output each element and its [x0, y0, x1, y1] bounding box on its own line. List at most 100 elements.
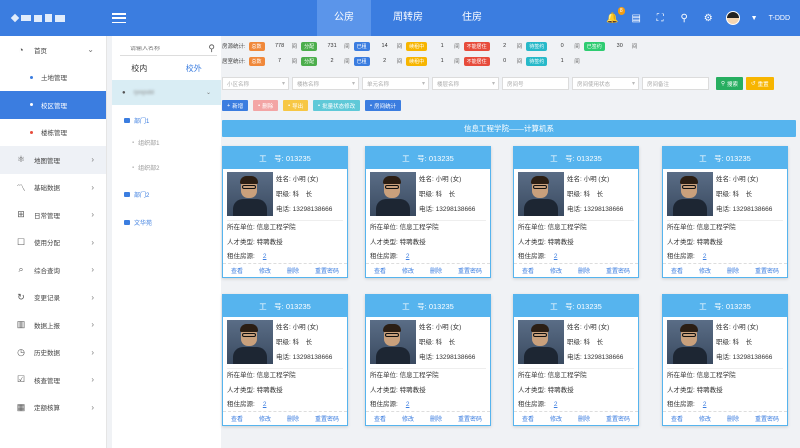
sidebar-item-audit[interactable]: ☑ 核查管理 › — [0, 366, 106, 394]
tab-turnover-housing[interactable]: 周转房 — [381, 0, 435, 36]
edit-link[interactable]: 修改 — [402, 266, 414, 275]
filter-room-number[interactable]: 房间号 — [502, 77, 569, 90]
delete-link[interactable]: 删除 — [578, 414, 590, 423]
filter-room-note[interactable]: 房间备注 — [642, 77, 709, 90]
sidebar-item-basic-data[interactable]: 〽基础数据 › — [0, 174, 106, 202]
tree-node[interactable]: ▪ 组织部2 — [132, 163, 159, 173]
fullscreen-icon[interactable]: ⛶ — [654, 12, 667, 25]
card-unit: 所在单位: 信息工程学院 — [518, 372, 587, 379]
card-rooms-link[interactable]: 2 — [554, 253, 558, 260]
reset-password-link[interactable]: 重置密码 — [458, 266, 482, 275]
tab-off-campus[interactable]: 校外 — [186, 63, 202, 74]
sidebar-item-daily[interactable]: ⊞ 日常管理 › — [0, 201, 106, 229]
add-button[interactable]: + 新增 — [222, 100, 249, 111]
reset-button[interactable]: ↺ 重置 — [746, 77, 774, 90]
delete-link[interactable]: 删除 — [430, 414, 442, 423]
view-link[interactable]: 查看 — [231, 266, 243, 275]
edit-link[interactable]: 修改 — [402, 414, 414, 423]
tree-root[interactable]: ● rjxxjsdd ⌄ — [112, 80, 221, 105]
view-link[interactable]: 查看 — [231, 414, 243, 423]
card-rooms-link[interactable]: 2 — [703, 253, 707, 260]
reset-password-link[interactable]: 重置密码 — [606, 414, 630, 423]
sidebar-item-land[interactable]: 土地管理 — [0, 64, 106, 92]
view-link[interactable]: 查看 — [522, 266, 534, 275]
view-link[interactable]: 查看 — [671, 414, 683, 423]
filter-unit[interactable]: 单元名称 — [362, 77, 429, 90]
reset-password-link[interactable]: 重置密码 — [755, 266, 779, 275]
menu-toggle-icon[interactable] — [112, 13, 126, 23]
edit-link[interactable]: 修改 — [259, 266, 271, 275]
stat-unit: 间 — [396, 59, 403, 65]
sidebar-item-label: 综合查询 — [34, 267, 60, 275]
delete-link[interactable]: 删除 — [287, 414, 299, 423]
sidebar-item-query[interactable]: ⌕ 综合查询 › — [0, 256, 106, 284]
tab-public-housing[interactable]: 公房 — [317, 0, 371, 36]
tree-node[interactable]: 部门2 — [124, 190, 149, 199]
reset-icon: ↺ — [751, 80, 756, 87]
tree-node[interactable]: 文华苑 — [124, 218, 152, 227]
card-rooms-link[interactable]: 2 — [263, 401, 267, 408]
bell-icon[interactable]: 🔔 8 — [606, 6, 625, 25]
search-icon[interactable]: ⚲ — [208, 43, 215, 54]
view-link[interactable]: 查看 — [671, 266, 683, 275]
stat-tag: 续租中 — [406, 41, 428, 51]
card-talent-type: 人才类型: 特聘教授 — [667, 386, 723, 394]
reset-password-link[interactable]: 重置密码 — [315, 266, 339, 275]
sidebar-item-building[interactable]: 楼栋管理 — [0, 119, 106, 147]
sidebar-item-report[interactable]: ▥ 数据上报 › — [0, 311, 106, 339]
card-rooms-link[interactable]: 2 — [406, 401, 410, 408]
edit-link[interactable]: 修改 — [699, 414, 711, 423]
tab-on-campus[interactable]: 校内 — [131, 63, 147, 74]
view-link[interactable]: 查看 — [522, 414, 534, 423]
delete-button[interactable]: ▪ 删除 — [253, 100, 279, 111]
edit-link[interactable]: 修改 — [550, 266, 562, 275]
sidebar-item-map[interactable]: ⚛ 地图管理 › — [0, 146, 106, 174]
reset-password-link[interactable]: 重置密码 — [606, 266, 630, 275]
tree-node[interactable]: ▪ 组织部1 — [132, 138, 159, 148]
reset-password-link[interactable]: 重置密码 — [315, 414, 339, 423]
card-rooms-link[interactable]: 2 — [406, 253, 410, 260]
avatar[interactable] — [725, 11, 740, 25]
sidebar-item-allocation[interactable]: ☐ 使用分配 › — [0, 229, 106, 257]
filter-room-status[interactable]: 房间使用状态 — [572, 77, 639, 90]
delete-link[interactable]: 删除 — [727, 414, 739, 423]
filter-floor[interactable]: 楼层名称 — [432, 77, 499, 90]
batch-status-button[interactable]: ▪ 批量状态修改 — [313, 100, 361, 111]
tab-residence[interactable]: 住房 — [445, 0, 499, 36]
folder-icon — [124, 118, 130, 123]
tree-node[interactable]: 部门1 — [124, 116, 149, 125]
delete-link[interactable]: 删除 — [727, 266, 739, 275]
search-icon[interactable]: ⚲ — [678, 12, 691, 25]
edit-link[interactable]: 修改 — [259, 414, 271, 423]
sidebar-item-quota[interactable]: ▦ 定额核算 › — [0, 394, 106, 422]
export-button[interactable]: ▪ 导出 — [283, 100, 309, 111]
card-actions: 查看 修改 删除 重置密码 — [663, 263, 787, 277]
edit-link[interactable]: 修改 — [699, 266, 711, 275]
sidebar-item-changes[interactable]: ↻ 变更记录 › — [0, 284, 106, 312]
view-link[interactable]: 查看 — [374, 266, 386, 275]
filter-community[interactable]: 小区名称 — [222, 77, 289, 90]
sidebar-item-campus[interactable]: 校区管理 — [0, 91, 106, 119]
delete-link[interactable]: 删除 — [578, 266, 590, 275]
card-header: 工 号: 013235 — [514, 295, 638, 317]
reset-password-link[interactable]: 重置密码 — [755, 414, 779, 423]
room-stats-button[interactable]: ▪ 房间统计 — [365, 100, 402, 111]
search-input[interactable] — [120, 45, 200, 52]
card-rooms-link[interactable]: 2 — [703, 401, 707, 408]
document-icon[interactable]: ▤ — [630, 12, 643, 25]
edit-link[interactable]: 修改 — [550, 414, 562, 423]
chevron-down-icon[interactable]: ▼ — [751, 15, 758, 22]
search-button[interactable]: ⚲ 搜索 — [716, 77, 744, 90]
card-header: 工 号: 013235 — [366, 147, 490, 169]
view-link[interactable]: 查看 — [374, 414, 386, 423]
card-rooms-link[interactable]: 2 — [554, 401, 558, 408]
sidebar-item-home[interactable]: ◔ 首页 ⌄ — [0, 36, 106, 64]
delete-link[interactable]: 删除 — [287, 266, 299, 275]
filter-building[interactable]: 楼栋名称 — [292, 77, 359, 90]
username[interactable]: T-DDD — [769, 15, 790, 22]
delete-link[interactable]: 删除 — [430, 266, 442, 275]
card-rooms-link[interactable]: 2 — [263, 253, 267, 260]
gear-icon[interactable]: ⚙ — [702, 12, 715, 25]
sidebar-item-history[interactable]: ◷ 历史数据 › — [0, 339, 106, 367]
reset-password-link[interactable]: 重置密码 — [458, 414, 482, 423]
